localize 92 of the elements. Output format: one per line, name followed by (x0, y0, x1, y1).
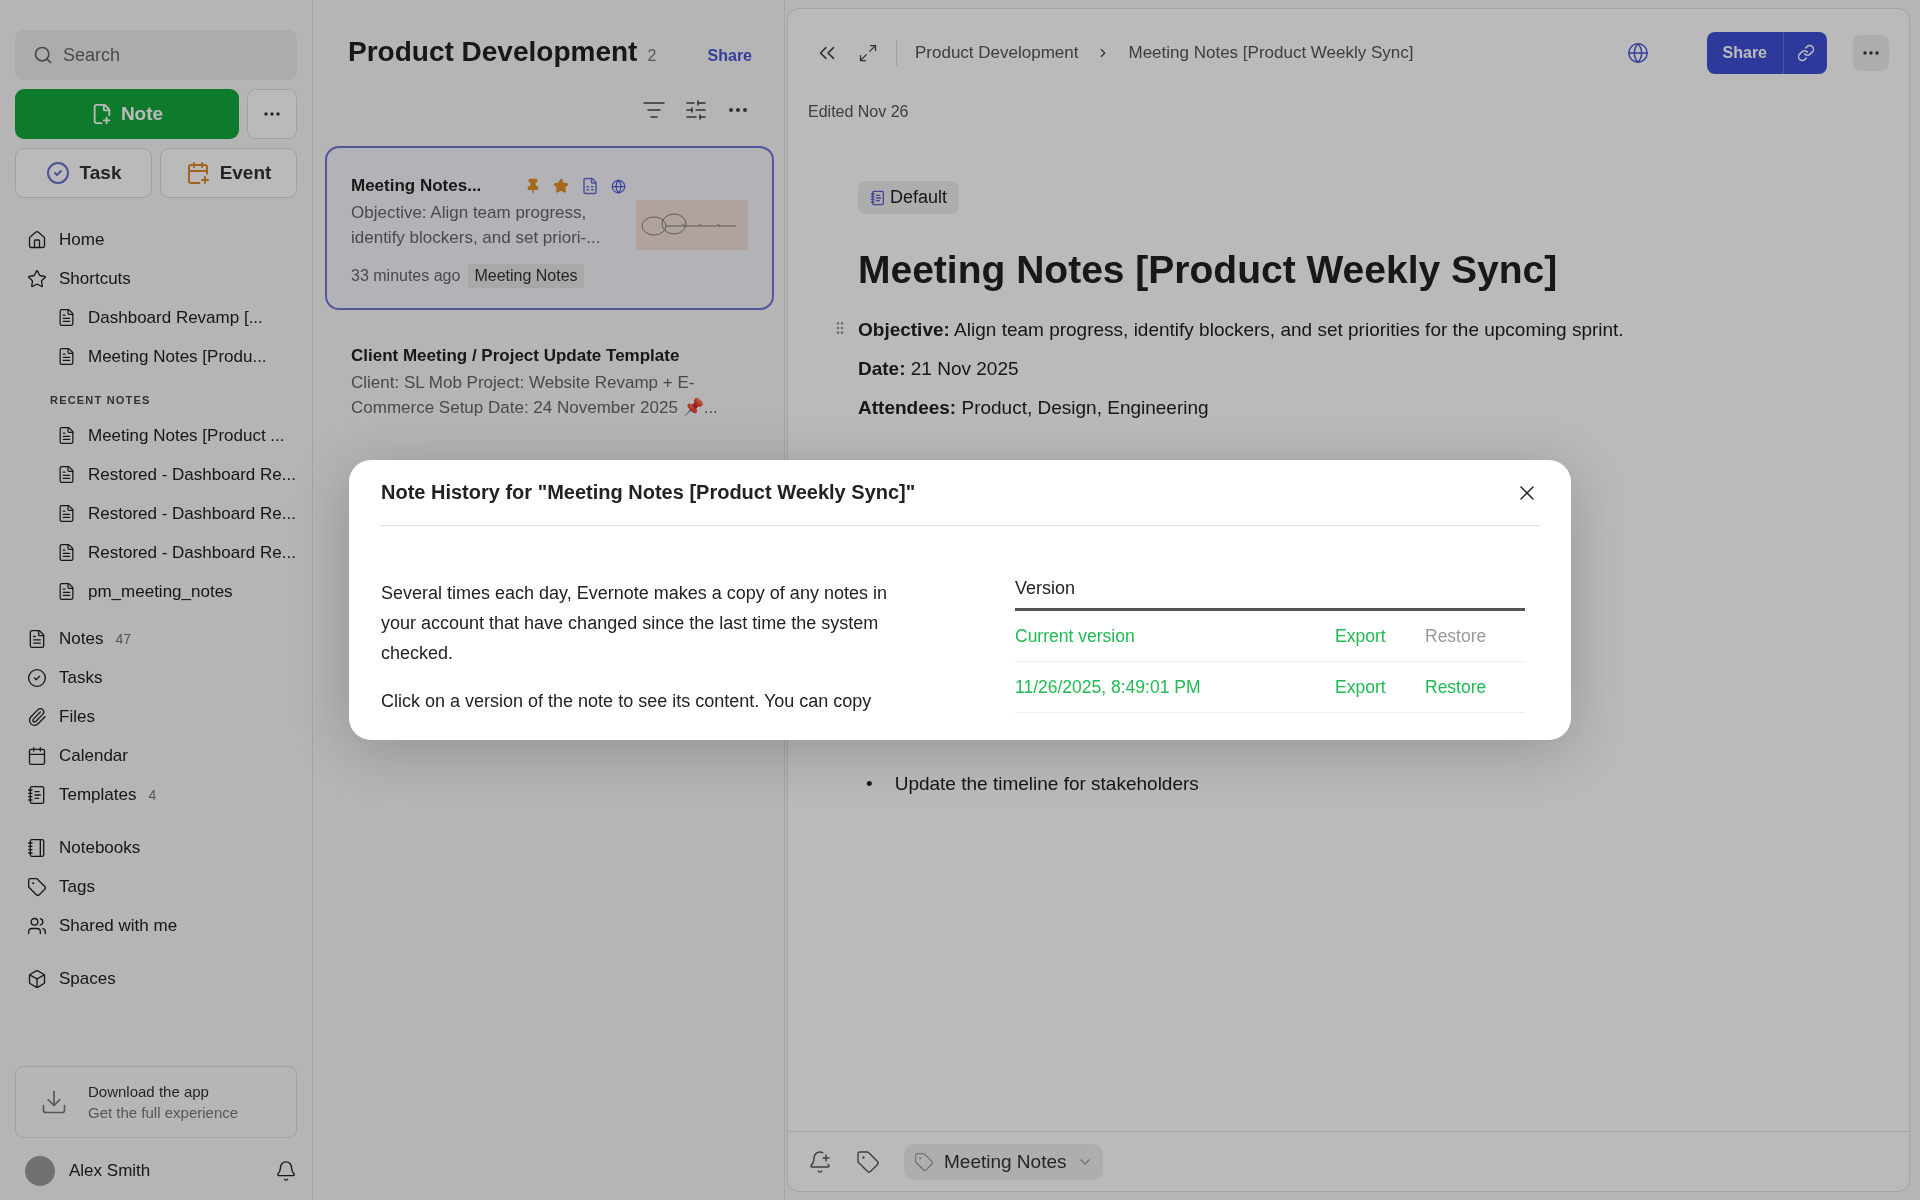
document-icon (57, 308, 76, 327)
sidebar-item[interactable]: Spaces (15, 959, 297, 998)
note-field: Objective: Align team progress, identify blockers, and set priorities for the upcoming sprint. (858, 319, 1624, 340)
note-snippet: Client: SL Mob Project: Website Revamp + E-Commerce Setup Date: 24 November 2025 📌... (351, 372, 719, 419)
calendar-icon (27, 745, 47, 766)
note-card[interactable]: Client Meeting / Project Update Template Client: SL Mob Project: Website Revamp + E-Commerce Setup Date: 24 November 2025 📌... (325, 316, 774, 442)
bullet-item: Update the timeline for stakeholders (894, 772, 1199, 796)
document-icon (57, 582, 76, 601)
link-icon (1796, 44, 1815, 62)
document-icon (57, 543, 76, 562)
section-heading: RECENT NOTES (49, 393, 152, 408)
sidebar-item[interactable]: Notes 47 (15, 619, 297, 658)
recent-note-item[interactable]: Meeting Notes [Product ... (15, 416, 297, 455)
download-subtitle: Get the full experience (88, 1104, 239, 1121)
template-icon (581, 177, 600, 195)
document-icon (57, 504, 76, 523)
edited-date: Edited Nov 26 (807, 103, 910, 121)
note-count: 2 (647, 47, 658, 65)
globe-icon (611, 178, 627, 194)
breadcrumb-item[interactable]: Product Development (915, 43, 1079, 63)
document-icon (57, 426, 76, 445)
tag-icon (27, 876, 47, 897)
recent-note-item[interactable]: pm_meeting_notes (15, 572, 297, 611)
note-title: Meeting Notes... (351, 176, 482, 196)
note-field: Attendees: Product, Design, Engineering (858, 397, 1209, 418)
shortcut-item[interactable]: Dashboard Revamp [... (15, 298, 297, 337)
bell-icon[interactable] (275, 1160, 297, 1182)
note-snippet: Objective: Align team progress, identify blockers, and set priori-... (351, 202, 602, 249)
sidebar-item[interactable]: Calendar (15, 736, 297, 775)
tag-icon[interactable] (856, 1149, 880, 1174)
more-icon (264, 112, 280, 116)
breadcrumb-item[interactable]: Meeting Notes [Product Weekly Sync] (1128, 43, 1414, 63)
bullet-marker: • (866, 772, 873, 796)
recent-note-item[interactable]: Restored - Dashboard Re... (15, 533, 297, 572)
notebook-badge[interactable]: Default (858, 181, 960, 214)
notebook-icon (27, 837, 47, 858)
recent-note-item[interactable]: Restored - Dashboard Re... (15, 494, 297, 533)
document-icon (57, 347, 76, 366)
column-header: Version (1015, 578, 1525, 611)
sidebar-item[interactable]: Files (15, 697, 297, 736)
note-heading: Meeting Notes [Product Weekly Sync] (858, 248, 1559, 292)
dialog-text: Several times each day, Evernote makes a copy of any notes in your account that have changed since the last time the system checked. (381, 582, 888, 665)
document-icon (27, 628, 47, 649)
sliders-icon[interactable] (684, 98, 708, 122)
people-icon (27, 915, 47, 936)
note-tag[interactable]: Meeting Notes (468, 264, 584, 288)
share-link[interactable]: Share (707, 47, 752, 65)
cube-icon (27, 968, 47, 989)
download-icon (40, 1088, 68, 1116)
sidebar-item[interactable]: Home (15, 220, 297, 259)
note-title: Client Meeting / Project Update Template (351, 346, 680, 366)
new-task-button[interactable]: Task (15, 148, 152, 198)
item-count: 47 (115, 630, 131, 647)
check-circle-icon (45, 161, 70, 185)
bell-plus-icon[interactable] (808, 1149, 832, 1174)
dialog-text: Click on a version of the note to see its content. You can copy (381, 690, 873, 713)
check-circle-icon (27, 667, 47, 688)
dialog-title: Note History for "Meeting Notes [Product Weekly Sync]" (381, 481, 916, 504)
sidebar-item[interactable]: Shared with me (15, 906, 297, 945)
download-title: Download the app (88, 1083, 210, 1100)
note-time: 33 minutes ago (351, 267, 461, 285)
more-icon (1863, 51, 1879, 55)
sidebar-item[interactable]: Tags (15, 867, 297, 906)
item-count: 4 (148, 786, 157, 803)
expand-icon[interactable] (858, 43, 878, 63)
globe-icon[interactable] (1626, 42, 1649, 64)
tag-icon (914, 1151, 934, 1172)
user-name: Alex Smith (69, 1161, 152, 1181)
recent-note-item[interactable]: Restored - Dashboard Re... (15, 455, 297, 494)
copy-link-button[interactable] (1783, 32, 1827, 74)
notebook-icon (870, 189, 886, 206)
search-icon (33, 45, 53, 65)
notebook-title: Product Development (348, 36, 638, 68)
note-card[interactable]: Meeting Notes... Objective: Align team progress, identify blockers, and set priori-... 33 minutes ago Meeting Notes (325, 146, 774, 310)
template-icon (27, 784, 47, 805)
home-icon (27, 229, 47, 250)
calendar-plus-icon (185, 161, 210, 185)
document-icon (57, 465, 76, 484)
tag-chip[interactable]: Meeting Notes (904, 1143, 1103, 1180)
star-icon (27, 268, 47, 289)
search-field[interactable]: Search (15, 30, 297, 80)
share-button[interactable]: Share (1706, 32, 1783, 74)
download-app-card[interactable]: Download the app Get the full experience (15, 1066, 297, 1138)
sidebar-item[interactable]: Templates 4 (15, 775, 297, 814)
sidebar-item[interactable]: Shortcuts (15, 259, 297, 298)
paperclip-icon (27, 706, 47, 727)
note-field: Date: 21 Nov 2025 (858, 358, 1019, 379)
sidebar-item[interactable]: Notebooks (15, 828, 297, 867)
sidebar-item[interactable]: Tasks (15, 658, 297, 697)
shortcut-item[interactable]: Meeting Notes [Produ... (15, 337, 297, 376)
more-button[interactable] (1853, 35, 1889, 71)
new-event-button[interactable]: Event (160, 148, 297, 198)
